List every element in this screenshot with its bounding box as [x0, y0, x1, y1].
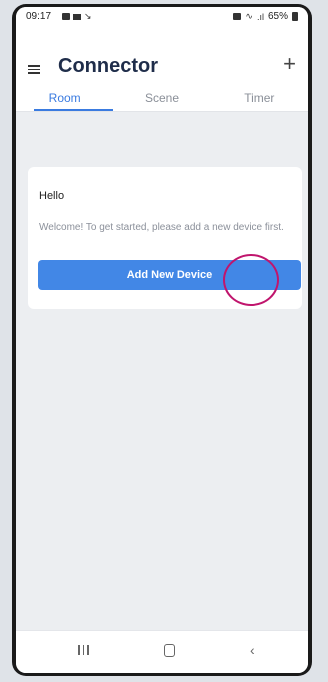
- wrench-icon: ↘: [84, 11, 92, 21]
- page-title: Connector: [58, 55, 158, 77]
- notification-icons: ↘: [62, 11, 92, 22]
- back-icon[interactable]: ‹: [250, 642, 255, 658]
- signal-icon: .ıl: [256, 11, 264, 22]
- tab-room[interactable]: Room: [16, 89, 114, 111]
- status-time: 09:17: [26, 11, 52, 22]
- system-nav-bar: ‹: [16, 630, 308, 673]
- welcome-card: Hello Welcome! To get started, please ad…: [28, 167, 302, 309]
- add-new-device-button[interactable]: Add New Device: [38, 260, 301, 290]
- battery-icon: [292, 12, 298, 21]
- screen: 09:17 ↘ ∿ .ıl 65% Connector + Room Scene…: [16, 7, 308, 673]
- image-icon: [62, 13, 70, 20]
- plus-icon[interactable]: +: [283, 53, 296, 75]
- menu-icon[interactable]: [28, 65, 40, 74]
- alarm-icon: [233, 13, 242, 20]
- tab-bar: Room Scene Timer: [16, 89, 308, 111]
- phone-frame: 09:17 ↘ ∿ .ıl 65% Connector + Room Scene…: [12, 4, 312, 676]
- tab-scene[interactable]: Scene: [113, 89, 210, 111]
- system-icons: ∿ .ıl 65%: [233, 11, 298, 22]
- divider: [16, 111, 308, 112]
- card-greeting: Hello: [39, 190, 65, 202]
- folder-icon: [73, 13, 81, 20]
- wifi-icon: ∿: [245, 11, 253, 21]
- tab-timer[interactable]: Timer: [211, 89, 308, 111]
- battery-percent: 65%: [267, 11, 288, 22]
- recent-apps-icon[interactable]: [78, 645, 89, 655]
- home-icon[interactable]: [164, 644, 175, 657]
- status-bar: 09:17 ↘ ∿ .ıl 65%: [16, 7, 308, 27]
- card-message: Welcome! To get started, please add a ne…: [39, 222, 284, 233]
